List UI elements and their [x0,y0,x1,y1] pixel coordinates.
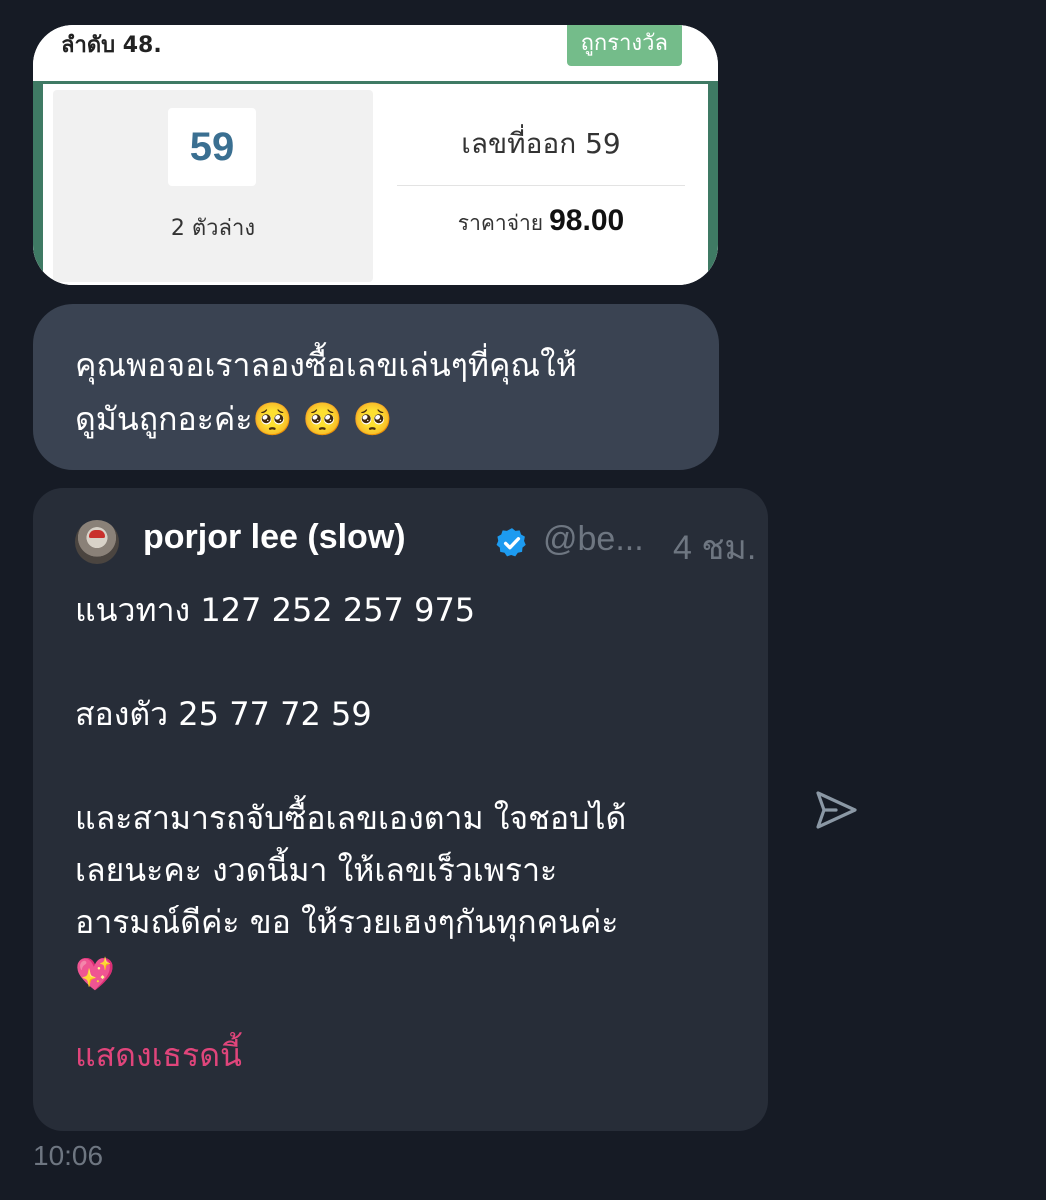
lottery-status-badge: ถูกรางวัล [566,25,682,66]
lottery-payout: ราคาจ่าย 98.00 [397,204,685,240]
lottery-border-right [708,84,718,285]
verified-badge-icon [496,528,526,557]
lottery-ticket-type: 2 ตัวล่าง [170,216,256,241]
post-time: 4 ชม. [673,529,757,567]
message-timestamp: 10:06 [33,1140,104,1171]
lottery-rank: ลำดับ 48. [61,33,162,58]
divider [397,185,685,186]
quoted-post-body: แนวทาง 127 252 257 975 สองตัว 25 77 72 5… [75,584,735,1000]
quoted-post-header: porjor lee (slow) @be... 4 ชม. [75,518,756,568]
lottery-border-left [33,84,43,285]
post-paragraph-1: แนวทาง 127 252 257 975 [75,591,476,629]
show-thread-link[interactable]: แสดงเธรดนี้ [75,1030,242,1081]
message-text-line-1: คุณพอจอเราลองซื้อเลขเล่นๆที่คุณให้ [75,346,577,384]
author-handle[interactable]: @be... [543,520,644,559]
post-paragraph-2: สองตัว 25 77 72 59 [75,695,372,733]
send-icon[interactable] [812,786,860,834]
avatar[interactable] [75,520,119,564]
lottery-header: ลำดับ 48. ถูกรางวัล [33,25,718,84]
message-bubble[interactable]: คุณพอจอเราลองซื้อเลขเล่นๆที่คุณให้ ดูมัน… [33,304,719,470]
lottery-drawn-number: เลขที่ออก 59 [461,127,621,160]
lottery-result-image[interactable]: ลำดับ 48. ถูกรางวัล 59 2 ตัวล่าง เลขที่อ… [33,25,718,285]
author-name[interactable]: porjor lee (slow) [143,518,406,557]
lottery-ticket-number: 59 [168,108,256,186]
lottery-body: 59 2 ตัวล่าง เลขที่ออก 59 ราคาจ่าย 98.00 [33,84,718,285]
message-text-line-2: ดูมันถูกอะค่ะ🥺 🥺 🥺 [75,400,393,438]
avatar-hat-decoration [89,530,105,538]
quoted-post[interactable]: porjor lee (slow) @be... 4 ชม. แนวทาง 12… [33,488,768,1131]
lottery-payout-label: ราคาจ่าย [457,211,544,235]
lottery-ticket-panel: 59 2 ตัวล่าง [53,90,373,282]
lottery-payout-value: 98.00 [549,204,625,237]
post-paragraph-3: และสามารถจับซื้อเลขเองตาม ใจชอบได้ เลยนะ… [75,799,627,993]
